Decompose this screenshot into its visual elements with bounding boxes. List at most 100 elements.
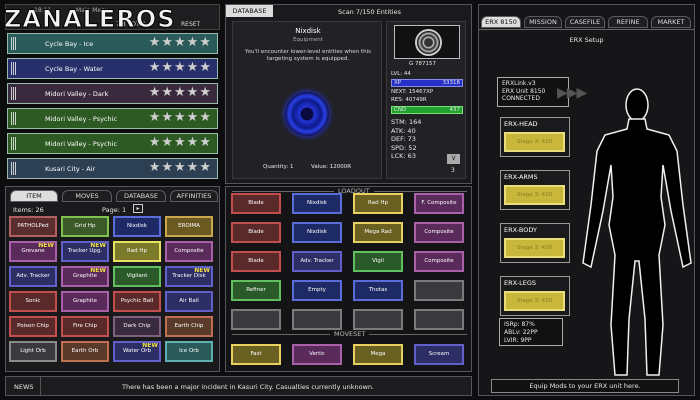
loadout-slot[interactable]: Thotas: [353, 280, 403, 301]
item-cell[interactable]: Rad Hp: [113, 241, 161, 262]
erx-mod-slot[interactable]: ERX-HEAD Stage 3: 420: [500, 117, 570, 157]
version-number: 3: [451, 167, 455, 174]
item-cell[interactable]: Grevane NEW: [9, 241, 57, 262]
moveset-slot[interactable]: Scream: [414, 344, 464, 365]
item-cell[interactable]: Earth Chip: [165, 316, 213, 337]
item-cell[interactable]: Adv. Tracker: [9, 266, 57, 287]
loadout-slot[interactable]: Adv. Tracker: [292, 251, 342, 272]
erx-mod-chip[interactable]: Stage 3: 420: [504, 132, 565, 152]
loadout-slot[interactable]: Refiner: [231, 280, 281, 301]
item-label: Earth Orb: [71, 348, 99, 354]
tab-item[interactable]: ITEM: [10, 190, 58, 202]
player-level: LVL: 44: [391, 71, 411, 77]
item-cell[interactable]: Tracker Upg. NEW: [61, 241, 109, 262]
item-cell[interactable]: Fire Chip: [61, 316, 109, 337]
new-badge: NEW: [142, 342, 158, 349]
tab-mission[interactable]: MISSION: [524, 16, 562, 28]
erx-mod-slot[interactable]: ERX-LEGS Stage 3: 420: [500, 276, 570, 316]
loadout-slot[interactable]: Empty: [292, 280, 342, 301]
erx-mod-label: ERX-BODY: [504, 226, 537, 234]
reset-button[interactable]: RESET: [181, 21, 200, 28]
mission-row[interactable]: Midori Valley - Psychic ★★★★★: [7, 133, 218, 154]
mission-row[interactable]: Midori Valley - Psychic ★★★★★: [7, 108, 218, 129]
erx-connection-status: CONNECTED: [502, 95, 540, 102]
loadout-slot[interactable]: Nixdisk: [292, 193, 342, 214]
next-page-button[interactable]: ▸: [133, 204, 143, 213]
item-label: Vigilant: [126, 273, 148, 279]
loadout-slot[interactable]: Vigil: [353, 251, 403, 272]
erx-mod-chip[interactable]: Stage 3: 420: [504, 238, 565, 258]
tab-casefile[interactable]: CASEFILE: [565, 16, 605, 28]
erx-mod-label: ERX-ARMS: [504, 173, 538, 181]
slot-label: Adv. Tracker: [300, 258, 334, 264]
mission-label: Cycle Bay - Ice: [45, 40, 94, 48]
item-cell[interactable]: Psychic Ball: [113, 291, 161, 312]
loadout-slot[interactable]: Composite: [414, 251, 464, 272]
xp-bar: XP 33318: [391, 79, 463, 87]
slot-label: Blade: [248, 200, 264, 206]
items-count: Items: 26: [13, 206, 44, 214]
loadout-slot[interactable]: [353, 309, 403, 330]
tab-market[interactable]: MARKET: [651, 16, 691, 28]
mission-barcode-icon: [11, 112, 16, 125]
loadout-slot[interactable]: F. Composite: [414, 193, 464, 214]
item-cell[interactable]: Grid Hp: [61, 216, 109, 237]
mission-barcode-icon: [11, 87, 16, 100]
item-cell[interactable]: Tracker Disk NEW: [165, 266, 213, 287]
item-cell[interactable]: Graphite NEW: [61, 266, 109, 287]
item-cell[interactable]: Sonic: [9, 291, 57, 312]
loadout-slot[interactable]: [231, 309, 281, 330]
erx-mod-slot[interactable]: ERX-BODY Stage 3: 420: [500, 223, 570, 263]
item-label: Light Orb: [20, 348, 46, 354]
loadout-slot[interactable]: [414, 309, 464, 330]
loadout-slot[interactable]: Blade: [231, 251, 281, 272]
loadout-slot[interactable]: Blade: [231, 222, 281, 243]
new-badge: NEW: [38, 242, 54, 249]
item-cell[interactable]: EROIMA: [165, 216, 213, 237]
item-cell[interactable]: Ice Orb: [165, 341, 213, 362]
mission-row[interactable]: Kusari City - Air ★★★★★: [7, 158, 218, 179]
item-cell[interactable]: PATHOLPed: [9, 216, 57, 237]
item-cell[interactable]: Earth Orb: [61, 341, 109, 362]
loadout-slot[interactable]: Rad Hp: [353, 193, 403, 214]
loadout-slot[interactable]: Nixdisk: [292, 222, 342, 243]
mission-stars: ★★★★★: [148, 85, 212, 100]
erx-help-text: Equip Mods to your ERX unit here.: [491, 379, 679, 393]
moveset-slot[interactable]: Vertic: [292, 344, 342, 365]
erx-mod-chip[interactable]: Stage 3: 420: [504, 185, 565, 205]
erx-mod-chip[interactable]: Stage 3: 420: [504, 291, 565, 311]
mission-row[interactable]: Cycle Bay - Water ★★★★★: [7, 58, 218, 79]
erx-unit-id: ERX Unit 8150: [502, 87, 546, 95]
loadout-slot[interactable]: Composite: [414, 222, 464, 243]
item-cell[interactable]: Air Ball: [165, 291, 213, 312]
moveset-label: MOVESET: [330, 330, 370, 338]
item-cell[interactable]: Composite: [165, 241, 213, 262]
cnd-value: 437: [449, 107, 461, 113]
erx-mod-slot[interactable]: ERX-ARMS Stage 3: 420: [500, 170, 570, 210]
tab-affinities[interactable]: AFFINITIES: [170, 190, 218, 202]
tab-moves[interactable]: MOVES: [62, 190, 112, 202]
item-cell[interactable]: Nixdisk: [113, 216, 161, 237]
item-cell[interactable]: Vigilant: [113, 266, 161, 287]
item-cell[interactable]: Water Orb NEW: [113, 341, 161, 362]
moveset-slot[interactable]: Fast: [231, 344, 281, 365]
loadout-slot[interactable]: [292, 309, 342, 330]
item-cell[interactable]: Graphite: [61, 291, 109, 312]
item-cell[interactable]: Light Orb: [9, 341, 57, 362]
loadout-slot[interactable]: Blade: [231, 193, 281, 214]
loadout-slot[interactable]: Mega Rad: [353, 222, 403, 243]
mission-barcode-icon: [11, 162, 16, 175]
tab-refine[interactable]: REFINE: [608, 16, 648, 28]
item-cell[interactable]: Dark Chip: [113, 316, 161, 337]
mission-row[interactable]: Cycle Bay - Ice ★★★★★: [7, 33, 218, 54]
tab-erx[interactable]: ERX 8150: [481, 16, 521, 28]
entry-value: Value: 12000R: [311, 164, 352, 170]
tab-database[interactable]: DATABASE: [116, 190, 166, 202]
moveset-slot[interactable]: Mega: [353, 344, 403, 365]
item-cell[interactable]: Poison Chip: [9, 316, 57, 337]
mission-row[interactable]: Midori Valley - Dark ★★★★★: [7, 83, 218, 104]
loadout-slot[interactable]: [414, 280, 464, 301]
slot-label: Vigil: [372, 258, 384, 264]
erx-stats-box: ISRp: 87% ABLv: 22PP LVIR: 9PP: [499, 318, 563, 346]
mission-barcode-icon: [11, 62, 16, 75]
